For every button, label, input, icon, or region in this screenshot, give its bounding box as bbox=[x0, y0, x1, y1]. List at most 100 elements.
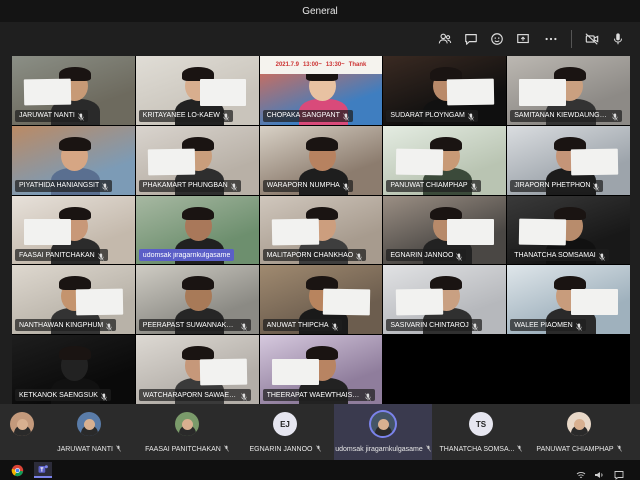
mic-muted-icon bbox=[470, 176, 477, 195]
held-paper bbox=[323, 288, 371, 316]
video-tile[interactable]: WARAPORN NUMPHA bbox=[259, 125, 383, 195]
participant-hair bbox=[182, 276, 215, 291]
volume-icon[interactable] bbox=[594, 465, 604, 478]
video-tile[interactable]: JARUWAT NANTI bbox=[12, 56, 135, 125]
background-banner: 2021.7.9 13:00~ 13:30~ Thank bbox=[259, 56, 383, 74]
mic-muted-icon bbox=[343, 176, 349, 195]
teams-icon[interactable] bbox=[34, 462, 52, 478]
mic-muted-icon bbox=[364, 386, 371, 405]
participant-hair bbox=[58, 276, 91, 291]
mic-muted-icon bbox=[241, 386, 247, 405]
os-taskbar bbox=[0, 460, 640, 480]
participant-name: SAMITANAN KIEWDAUNGDEE bbox=[514, 112, 610, 120]
notification-icon[interactable] bbox=[614, 465, 624, 480]
people-icon[interactable] bbox=[437, 31, 453, 47]
video-tile[interactable]: THEERAPAT WAEWTHAISONG bbox=[259, 335, 383, 404]
mic-muted-icon bbox=[230, 176, 237, 195]
camera-off-icon[interactable] bbox=[584, 31, 600, 47]
reactions-icon[interactable] bbox=[489, 31, 505, 47]
participant-hair bbox=[306, 136, 339, 151]
video-tile[interactable]: THANATCHA SOMSAMAI bbox=[507, 195, 630, 265]
video-tile[interactable]: WALEE PIAOMEN bbox=[507, 265, 630, 335]
avatar: TS bbox=[469, 412, 493, 436]
video-tile[interactable]: FAASAI PANITCHAKAN bbox=[12, 195, 135, 265]
strip-participant-name: JARUWAT NANTI bbox=[40, 445, 138, 453]
video-tile[interactable]: JIRAPORN PHETPHON bbox=[507, 125, 630, 195]
video-tile[interactable]: PIYATHIDA HANIANGSIT bbox=[12, 125, 135, 195]
mic-muted-icon bbox=[241, 316, 247, 335]
video-tile[interactable]: udomsak jiragarnkulgasame bbox=[135, 195, 259, 265]
strip-name-text: EGNARIN JANNOO bbox=[249, 446, 313, 453]
participant-name: FAASAI PANITCHAKAN bbox=[19, 251, 95, 259]
strip-name-text: udomsak jiragarnkulgasame bbox=[335, 446, 423, 453]
video-tile[interactable]: SASIVARIN CHINTAROJ bbox=[383, 265, 507, 335]
held-paper bbox=[395, 288, 443, 316]
participant-name: WARAPORN NUMPHA bbox=[266, 182, 340, 190]
strip-participant[interactable]: EJ EGNARIN JANNOO bbox=[236, 404, 334, 460]
participant-nameplate: WATCHARAPORN SAWAENG... bbox=[138, 389, 251, 401]
participant-name: SUDARAT PLOYNGAM bbox=[390, 112, 465, 120]
held-paper bbox=[271, 358, 319, 385]
participant-nameplate: THEERAPAT WAEWTHAISONG bbox=[262, 389, 375, 401]
strip-participant[interactable]: FAASAI PANITCHAKAN bbox=[138, 404, 236, 460]
share-screen-icon[interactable] bbox=[515, 31, 531, 47]
mic-muted-icon bbox=[425, 445, 431, 452]
participant-name: PIYATHIDA HANIANGSIT bbox=[19, 182, 100, 190]
held-paper bbox=[199, 358, 247, 386]
title-bar: General bbox=[0, 0, 640, 22]
avatar bbox=[77, 412, 101, 436]
video-tile[interactable]: MALITAPORN CHANKHAO bbox=[259, 195, 383, 265]
participant-nameplate: WARAPORN NUMPHA bbox=[262, 179, 353, 192]
video-tile[interactable]: PANUWAT CHIAMPHAP bbox=[383, 125, 507, 195]
avatar bbox=[175, 412, 199, 436]
strip-name-text: THANATCHA SOMSA... bbox=[439, 446, 515, 453]
strip-participant[interactable]: JARUWAT NANTI bbox=[40, 404, 138, 460]
network-icon[interactable] bbox=[576, 465, 586, 478]
banner-text: 2021.7.9 bbox=[275, 61, 299, 68]
meeting-window: General JARUWAT NANTI KRITAYANEE LO-KAEW 2… bbox=[0, 0, 640, 480]
participant-nameplate: KETKANOK SAENGSUK bbox=[15, 389, 111, 401]
mic-muted-icon bbox=[101, 386, 107, 405]
mic-muted-icon bbox=[356, 246, 362, 265]
mic-muted-icon bbox=[616, 445, 622, 452]
participant-nameplate: SUDARAT PLOYNGAM bbox=[386, 109, 478, 122]
video-tile[interactable]: PHAKAMART PHUNGBAN bbox=[135, 125, 259, 195]
participant-hair bbox=[58, 346, 91, 360]
participant-nameplate: SASIVARIN CHINTAROJ bbox=[386, 319, 482, 332]
participant-name: NANTHAWAN KINGPHUM bbox=[19, 321, 104, 329]
strip-participant[interactable]: udomsak jiragarnkulgasame bbox=[334, 404, 432, 460]
strip-participant-name: THANATCHA SOMSA... bbox=[432, 445, 530, 453]
video-tile[interactable]: KRITAYANEE LO-KAEW bbox=[135, 56, 259, 125]
participant-nameplate: JIRAPORN PHETPHON bbox=[510, 179, 604, 192]
held-paper bbox=[395, 148, 443, 176]
video-tile[interactable]: ANUWAT THIPCHA bbox=[259, 265, 383, 335]
mic-muted-icon bbox=[598, 246, 605, 265]
participant-hair bbox=[58, 136, 91, 151]
video-grid: JARUWAT NANTI KRITAYANEE LO-KAEW 2021.7.9 1… bbox=[12, 56, 630, 404]
participant-hair bbox=[182, 346, 215, 360]
strip-name-text: JARUWAT NANTI bbox=[57, 446, 113, 453]
participant-nameplate: ANUWAT THIPCHA bbox=[262, 319, 342, 332]
video-tile[interactable]: SUDARAT PLOYNGAM bbox=[383, 56, 507, 125]
strip-participant[interactable]: PANUWAT CHIAMPHAP bbox=[530, 404, 628, 460]
participant-name: JIRAPORN PHETPHON bbox=[514, 182, 591, 190]
held-paper bbox=[24, 218, 71, 246]
mic-icon[interactable] bbox=[610, 31, 626, 47]
video-tile[interactable]: 2021.7.9 13:00~ 13:30~ Thank CHOPAKA SANGPAN… bbox=[259, 56, 383, 125]
avatar-initials: TS bbox=[475, 419, 487, 429]
participant-hair bbox=[553, 206, 586, 221]
avatar bbox=[371, 412, 395, 436]
video-tile[interactable]: KETKANOK SAENGSUK bbox=[12, 335, 135, 404]
mic-muted-icon bbox=[106, 316, 113, 335]
participant-nameplate: udomsak jiragarnkulgasame bbox=[138, 249, 235, 262]
video-tile[interactable]: EGNARIN JANNOO bbox=[383, 195, 507, 265]
chrome-icon[interactable] bbox=[8, 462, 26, 478]
video-tile[interactable]: PEERAPAST SUWANNAKORN bbox=[135, 265, 259, 335]
video-tile[interactable]: NANTHAWAN KINGPHUM bbox=[12, 265, 135, 335]
more-icon[interactable] bbox=[543, 31, 559, 47]
video-tile[interactable]: SAMITANAN KIEWDAUNGDEE bbox=[507, 56, 630, 125]
chat-icon[interactable] bbox=[463, 31, 479, 47]
video-tile[interactable]: WATCHARAPORN SAWAENG... bbox=[135, 335, 259, 404]
participant-nameplate: CHOPAKA SANGPANT bbox=[262, 109, 353, 122]
strip-participant[interactable]: TS THANATCHA SOMSA... bbox=[432, 404, 530, 460]
